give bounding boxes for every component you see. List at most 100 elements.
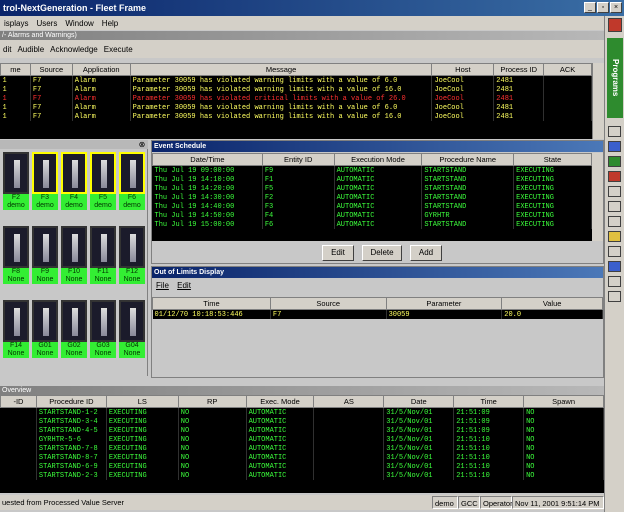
vehicle-tile[interactable]: G03 None bbox=[90, 300, 116, 358]
out-of-limits-column-header[interactable]: Time bbox=[152, 297, 271, 310]
overview-row[interactable]: GYRHTR-5-6 EXECUTING NO AUTOMATIC 31/5/Nov/0… bbox=[0, 435, 604, 444]
vehicle-tile[interactable]: F12 None bbox=[119, 226, 145, 284]
alarm-row[interactable]: 1 F7 Alarm Parameter 30059 has violated war… bbox=[0, 75, 592, 85]
alarms-column-header[interactable]: Source bbox=[29, 63, 73, 76]
vehicle-tile[interactable]: G04 None bbox=[119, 300, 145, 358]
event-schedule-column-header[interactable]: Entity ID bbox=[261, 153, 335, 166]
event-row[interactable]: Thu Jul 19 15:00:00 F6 AUTOMATIC STARTSTAND… bbox=[152, 220, 592, 229]
alarm-row[interactable]: 1 F7 Alarm Parameter 30059 has violated war… bbox=[0, 112, 592, 121]
overview-column-header[interactable]: RP bbox=[177, 395, 247, 408]
alarms-column-header[interactable]: ACK bbox=[543, 63, 592, 76]
tool-icon[interactable] bbox=[608, 126, 621, 137]
edit-button[interactable]: Edit bbox=[322, 245, 354, 261]
event-row[interactable]: Thu Jul 19 14:40:00 F3 AUTOMATIC STARTSTAND… bbox=[152, 202, 592, 211]
alarms-column-header[interactable]: Process ID bbox=[493, 63, 545, 76]
event-schedule-column-header[interactable]: State bbox=[513, 153, 592, 166]
event-schedule-scrollbar[interactable] bbox=[592, 153, 603, 241]
programs-tab[interactable]: Programs bbox=[607, 38, 623, 118]
menu-help[interactable]: Help bbox=[98, 19, 122, 28]
tool-icon[interactable] bbox=[608, 156, 621, 167]
alarm-row[interactable]: 1 F7 Alarm Parameter 30059 has violated war… bbox=[0, 103, 592, 112]
vehicle-id: F11 bbox=[97, 268, 109, 275]
event-row[interactable]: Thu Jul 19 14:50:00 F4 AUTOMATIC GYRHTR EXEC… bbox=[152, 211, 592, 220]
alarms-column-header[interactable]: me bbox=[0, 63, 31, 76]
overview-column-header[interactable]: Time bbox=[453, 395, 525, 408]
menu-displays[interactable]: isplays bbox=[0, 19, 32, 28]
vehicle-tile[interactable]: F4 demo bbox=[61, 152, 87, 210]
out-of-limits-menu-file[interactable]: File bbox=[156, 281, 169, 290]
out-of-limits-column-header[interactable]: Source bbox=[269, 297, 387, 310]
vehicle-tile[interactable]: F10 None bbox=[61, 226, 87, 284]
overview-column-header[interactable]: Procedure ID bbox=[35, 395, 107, 408]
tool-icon[interactable] bbox=[608, 216, 621, 227]
vehicle-tile[interactable]: F3 demo bbox=[32, 152, 58, 210]
overview-row[interactable]: STARTSTAND-2-3 EXECUTING NO AUTOMATIC 31/5/N… bbox=[0, 471, 604, 480]
tool-icon[interactable] bbox=[608, 171, 621, 182]
out-of-limits-table-container: Time Source Parameter Value 01/12/70 10:18:… bbox=[152, 297, 603, 325]
tool-icon[interactable] bbox=[608, 186, 621, 197]
tool-icon[interactable] bbox=[608, 276, 621, 287]
vehicle-tile[interactable]: F8 None bbox=[3, 226, 29, 284]
tool-icon[interactable] bbox=[608, 291, 621, 302]
tool-icon[interactable] bbox=[608, 231, 621, 242]
event-row[interactable]: Thu Jul 19 09:00:00 F9 AUTOMATIC STARTSTAND… bbox=[152, 165, 592, 175]
alarms-menu-acknowledge[interactable]: Acknowledge bbox=[47, 45, 101, 54]
alarm-row[interactable]: 1 F7 Alarm Parameter 30059 has violated war… bbox=[0, 85, 592, 94]
vehicle-tile[interactable]: G01 None bbox=[32, 300, 58, 358]
icon-panel-close-icon[interactable]: ⊗ bbox=[137, 140, 147, 149]
event-schedule-column-header[interactable]: Procedure Name bbox=[421, 153, 515, 166]
event-schedule-column-header[interactable]: Date/Time bbox=[152, 153, 263, 166]
overview-column-header[interactable]: LS bbox=[105, 395, 179, 408]
overview-row[interactable]: STARTSTAND-7-8 EXECUTING NO AUTOMATIC 31/5/N… bbox=[0, 444, 604, 453]
menu-users[interactable]: Users bbox=[32, 19, 61, 28]
overview-column-header[interactable]: Date bbox=[383, 395, 455, 408]
tool-icon[interactable] bbox=[608, 261, 621, 272]
overview-column-header[interactable]: AS bbox=[313, 395, 385, 408]
tool-icon[interactable] bbox=[608, 201, 621, 212]
alarms-menu-execute[interactable]: Execute bbox=[101, 45, 136, 54]
overview-row-cell: NO bbox=[178, 462, 247, 471]
vehicle-tile[interactable]: F6 demo bbox=[119, 152, 145, 210]
alarms-menu-edit[interactable]: dit bbox=[0, 45, 14, 54]
alarms-column-header[interactable]: Host bbox=[431, 63, 495, 76]
event-row[interactable]: Thu Jul 19 14:10:00 F1 AUTOMATIC STARTSTAND… bbox=[152, 175, 592, 184]
overview-row[interactable]: STARTSTAND-4-5 EXECUTING NO AUTOMATIC 31/5/N… bbox=[0, 426, 604, 435]
menu-window[interactable]: Window bbox=[61, 19, 97, 28]
overview-column-header[interactable]: Exec. Mode bbox=[245, 395, 315, 408]
close-button[interactable]: × bbox=[610, 2, 622, 13]
alarms-scrollbar[interactable] bbox=[592, 63, 604, 139]
add-button[interactable]: Add bbox=[410, 245, 442, 261]
tool-icon[interactable] bbox=[608, 246, 621, 257]
overview-row[interactable]: STARTSTAND-6-9 EXECUTING NO AUTOMATIC 31/5/N… bbox=[0, 462, 604, 471]
vehicle-procedure: None bbox=[65, 276, 83, 283]
out-of-limits-column-header[interactable]: Value bbox=[501, 297, 603, 310]
overview-row[interactable]: STARTSTAND-8-7 EXECUTING NO AUTOMATIC 31/5/N… bbox=[0, 453, 604, 462]
out-of-limits-menu-edit[interactable]: Edit bbox=[177, 281, 191, 290]
alarm-row[interactable]: 1 F7 Alarm Parameter 30059 has violated cri… bbox=[0, 94, 592, 103]
overview-column-header[interactable]: -ID bbox=[0, 395, 37, 408]
overview-row[interactable]: STARTSTAND-3-4 EXECUTING NO AUTOMATIC 31/5/N… bbox=[0, 417, 604, 426]
vehicle-tile[interactable]: F5 demo bbox=[90, 152, 116, 210]
limit-row[interactable]: 01/12/70 10:18:53:446 F7 30059 20.0 bbox=[152, 309, 603, 319]
vehicle-tile[interactable]: F2 demo bbox=[3, 152, 29, 210]
vehicle-tile[interactable]: F9 None bbox=[32, 226, 58, 284]
app-logo-icon[interactable] bbox=[608, 18, 622, 32]
event-row[interactable]: Thu Jul 19 14:30:00 F2 AUTOMATIC STARTSTAND… bbox=[152, 193, 592, 202]
alarms-column-header[interactable]: Message bbox=[129, 63, 433, 76]
alarms-menu-audible[interactable]: Audible bbox=[14, 45, 47, 54]
event-row[interactable]: Thu Jul 19 14:20:00 F5 AUTOMATIC STARTSTAND… bbox=[152, 184, 592, 193]
vehicle-id: F3 bbox=[40, 194, 50, 201]
delete-button[interactable]: Delete bbox=[362, 245, 402, 261]
event-schedule-column-header[interactable]: Execution Mode bbox=[333, 153, 423, 166]
maximize-button[interactable]: ▫ bbox=[597, 2, 609, 13]
overview-row[interactable]: STARTSTAND-1-2 EXECUTING NO AUTOMATIC 31/5/N… bbox=[0, 407, 604, 417]
tool-icon[interactable] bbox=[608, 141, 621, 152]
vehicle-tile[interactable]: F11 None bbox=[90, 226, 116, 284]
event-row-cell: F1 bbox=[262, 175, 335, 184]
minimize-button[interactable]: _ bbox=[584, 2, 596, 13]
vehicle-tile[interactable]: F14 None bbox=[3, 300, 29, 358]
out-of-limits-column-header[interactable]: Parameter bbox=[385, 297, 503, 310]
overview-column-header[interactable]: Spawn bbox=[523, 395, 604, 408]
vehicle-tile[interactable]: G02 None bbox=[61, 300, 87, 358]
alarms-column-header[interactable]: Application bbox=[71, 63, 131, 76]
